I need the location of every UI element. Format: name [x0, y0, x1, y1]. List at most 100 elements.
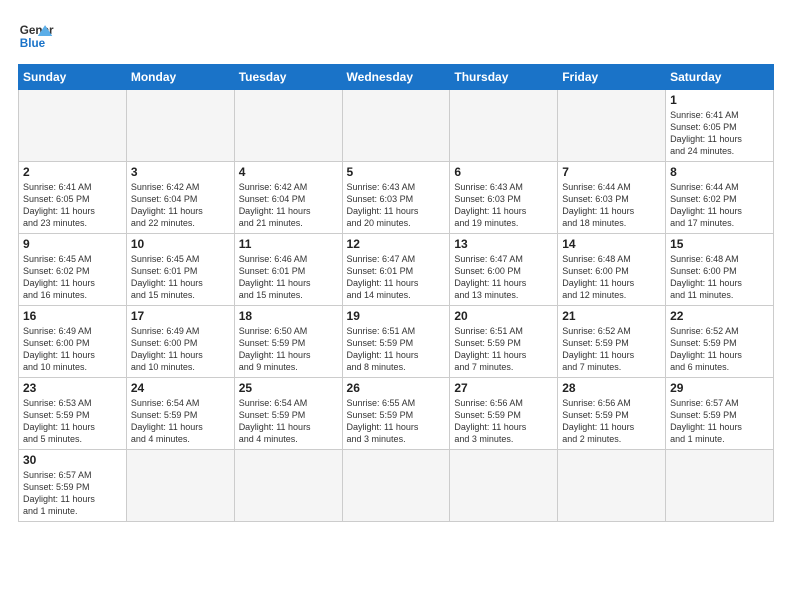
day-info: Sunrise: 6:48 AM Sunset: 6:00 PM Dayligh… — [562, 253, 661, 302]
day-number: 11 — [239, 237, 338, 251]
day-cell: 7Sunrise: 6:44 AM Sunset: 6:03 PM Daylig… — [558, 162, 666, 234]
day-info: Sunrise: 6:41 AM Sunset: 6:05 PM Dayligh… — [23, 181, 122, 230]
day-number: 12 — [347, 237, 446, 251]
week-row-1: 2 Sunrise: 6:41 AM Sunset: 6:05 PM Daylig… — [19, 162, 774, 234]
day-cell: 21 Sunrise: 6:52 AM Sunset: 5:59 PM Dayli… — [558, 306, 666, 378]
day-cell — [234, 450, 342, 522]
day-cell: 8 Sunrise: 6:44 AM Sunset: 6:02 PM Daylig… — [666, 162, 774, 234]
day-cell: 18 Sunrise: 6:50 AM Sunset: 5:59 PM Dayli… — [234, 306, 342, 378]
day-number: 17 — [131, 309, 230, 323]
day-cell — [450, 90, 558, 162]
day-cell: 20 Sunrise: 6:51 AM Sunset: 5:59 PM Dayli… — [450, 306, 558, 378]
day-info: Sunrise: 6:50 AM Sunset: 5:59 PM Dayligh… — [239, 325, 338, 374]
day-cell: 12 Sunrise: 6:47 AM Sunset: 6:01 PM Dayli… — [342, 234, 450, 306]
day-number: 16 — [23, 309, 122, 323]
day-number: 21 — [562, 309, 661, 323]
day-cell: 15 Sunrise: 6:48 AM Sunset: 6:00 PM Dayli… — [666, 234, 774, 306]
day-cell — [342, 450, 450, 522]
day-cell: 24Sunrise: 6:54 AM Sunset: 5:59 PM Dayli… — [126, 378, 234, 450]
day-info: Sunrise: 6:47 AM Sunset: 6:01 PM Dayligh… — [347, 253, 446, 302]
day-number: 19 — [347, 309, 446, 323]
day-cell: 17 Sunrise: 6:49 AM Sunset: 6:00 PM Dayli… — [126, 306, 234, 378]
day-cell: 30 Sunrise: 6:57 AM Sunset: 5:59 PM Dayli… — [19, 450, 127, 522]
weekday-header-friday: Friday — [558, 65, 666, 90]
day-cell: 5 Sunrise: 6:43 AM Sunset: 6:03 PM Daylig… — [342, 162, 450, 234]
day-cell: 10 Sunrise: 6:45 AM Sunset: 6:01 PM Dayli… — [126, 234, 234, 306]
day-cell: 22Sunrise: 6:52 AM Sunset: 5:59 PM Dayli… — [666, 306, 774, 378]
day-info: Sunrise: 6:54 AM Sunset: 5:59 PM Dayligh… — [239, 397, 338, 446]
day-number: 13 — [454, 237, 553, 251]
svg-text:Blue: Blue — [20, 37, 46, 50]
day-info: Sunrise: 6:48 AM Sunset: 6:00 PM Dayligh… — [670, 253, 769, 302]
day-number: 26 — [347, 381, 446, 395]
day-number: 8 — [670, 165, 769, 179]
week-row-0: 1Sunrise: 6:41 AM Sunset: 6:05 PM Daylig… — [19, 90, 774, 162]
day-info: Sunrise: 6:56 AM Sunset: 5:59 PM Dayligh… — [562, 397, 661, 446]
day-info: Sunrise: 6:45 AM Sunset: 6:02 PM Dayligh… — [23, 253, 122, 302]
day-info: Sunrise: 6:47 AM Sunset: 6:00 PM Dayligh… — [454, 253, 553, 302]
day-cell — [19, 90, 127, 162]
day-number: 28 — [562, 381, 661, 395]
day-number: 4 — [239, 165, 338, 179]
day-number: 9 — [23, 237, 122, 251]
header: General Blue — [18, 18, 774, 54]
day-number: 30 — [23, 453, 122, 467]
day-cell: 9 Sunrise: 6:45 AM Sunset: 6:02 PM Daylig… — [19, 234, 127, 306]
day-info: Sunrise: 6:45 AM Sunset: 6:01 PM Dayligh… — [131, 253, 230, 302]
day-info: Sunrise: 6:53 AM Sunset: 5:59 PM Dayligh… — [23, 397, 122, 446]
day-number: 18 — [239, 309, 338, 323]
day-cell: 11 Sunrise: 6:46 AM Sunset: 6:01 PM Dayli… — [234, 234, 342, 306]
day-cell — [126, 450, 234, 522]
day-number: 1 — [670, 93, 769, 107]
day-info: Sunrise: 6:46 AM Sunset: 6:01 PM Dayligh… — [239, 253, 338, 302]
day-number: 2 — [23, 165, 122, 179]
day-number: 10 — [131, 237, 230, 251]
day-info: Sunrise: 6:56 AM Sunset: 5:59 PM Dayligh… — [454, 397, 553, 446]
day-number: 20 — [454, 309, 553, 323]
day-cell: 23 Sunrise: 6:53 AM Sunset: 5:59 PM Dayli… — [19, 378, 127, 450]
logo: General Blue — [18, 18, 54, 54]
weekday-header-monday: Monday — [126, 65, 234, 90]
weekday-header-wednesday: Wednesday — [342, 65, 450, 90]
day-number: 14 — [562, 237, 661, 251]
day-info: Sunrise: 6:43 AM Sunset: 6:03 PM Dayligh… — [454, 181, 553, 230]
day-info: Sunrise: 6:44 AM Sunset: 6:03 PM Dayligh… — [562, 181, 661, 230]
day-info: Sunrise: 6:52 AM Sunset: 5:59 PM Dayligh… — [562, 325, 661, 374]
day-info: Sunrise: 6:57 AM Sunset: 5:59 PM Dayligh… — [670, 397, 769, 446]
logo-icon: General Blue — [18, 18, 54, 54]
weekday-header-row: SundayMondayTuesdayWednesdayThursdayFrid… — [19, 65, 774, 90]
day-cell: 28 Sunrise: 6:56 AM Sunset: 5:59 PM Dayli… — [558, 378, 666, 450]
day-cell: 26Sunrise: 6:55 AM Sunset: 5:59 PM Dayli… — [342, 378, 450, 450]
week-row-2: 9 Sunrise: 6:45 AM Sunset: 6:02 PM Daylig… — [19, 234, 774, 306]
day-cell: 13 Sunrise: 6:47 AM Sunset: 6:00 PM Dayli… — [450, 234, 558, 306]
day-info: Sunrise: 6:52 AM Sunset: 5:59 PM Dayligh… — [670, 325, 769, 374]
weekday-header-saturday: Saturday — [666, 65, 774, 90]
day-info: Sunrise: 6:42 AM Sunset: 6:04 PM Dayligh… — [131, 181, 230, 230]
day-number: 25 — [239, 381, 338, 395]
day-cell: 25 Sunrise: 6:54 AM Sunset: 5:59 PM Dayli… — [234, 378, 342, 450]
day-number: 29 — [670, 381, 769, 395]
day-info: Sunrise: 6:49 AM Sunset: 6:00 PM Dayligh… — [23, 325, 122, 374]
day-number: 6 — [454, 165, 553, 179]
week-row-5: 30 Sunrise: 6:57 AM Sunset: 5:59 PM Dayli… — [19, 450, 774, 522]
calendar: SundayMondayTuesdayWednesdayThursdayFrid… — [18, 64, 774, 522]
day-cell: 2 Sunrise: 6:41 AM Sunset: 6:05 PM Daylig… — [19, 162, 127, 234]
day-cell: 4Sunrise: 6:42 AM Sunset: 6:04 PM Daylig… — [234, 162, 342, 234]
day-info: Sunrise: 6:49 AM Sunset: 6:00 PM Dayligh… — [131, 325, 230, 374]
day-cell — [666, 450, 774, 522]
day-cell — [126, 90, 234, 162]
day-info: Sunrise: 6:51 AM Sunset: 5:59 PM Dayligh… — [347, 325, 446, 374]
day-info: Sunrise: 6:43 AM Sunset: 6:03 PM Dayligh… — [347, 181, 446, 230]
weekday-header-sunday: Sunday — [19, 65, 127, 90]
day-info: Sunrise: 6:44 AM Sunset: 6:02 PM Dayligh… — [670, 181, 769, 230]
day-number: 23 — [23, 381, 122, 395]
day-info: Sunrise: 6:51 AM Sunset: 5:59 PM Dayligh… — [454, 325, 553, 374]
day-number: 5 — [347, 165, 446, 179]
day-info: Sunrise: 6:57 AM Sunset: 5:59 PM Dayligh… — [23, 469, 122, 518]
day-cell — [558, 90, 666, 162]
day-cell: 6 Sunrise: 6:43 AM Sunset: 6:03 PM Daylig… — [450, 162, 558, 234]
day-cell: 3Sunrise: 6:42 AM Sunset: 6:04 PM Daylig… — [126, 162, 234, 234]
week-row-4: 23 Sunrise: 6:53 AM Sunset: 5:59 PM Dayli… — [19, 378, 774, 450]
day-number: 27 — [454, 381, 553, 395]
day-number: 15 — [670, 237, 769, 251]
